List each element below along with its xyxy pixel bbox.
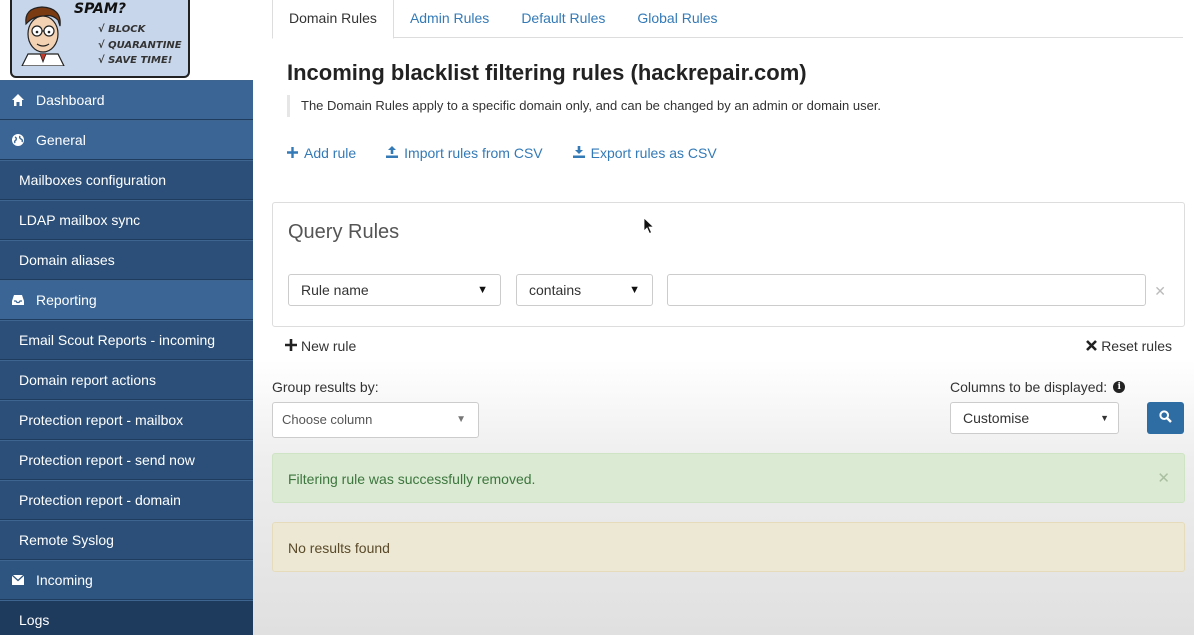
export-csv-link[interactable]: Export rules as CSV (572, 145, 717, 161)
page-title: Incoming blacklist filtering rules (hack… (287, 60, 807, 85)
rules-tabs: Domain Rules Admin Rules Default Rules G… (272, 0, 1183, 39)
sidebar-item-label: LDAP mailbox sync (19, 212, 141, 228)
close-icon[interactable]: ✕ (1157, 454, 1170, 504)
globe-icon (10, 132, 26, 148)
sidebar-item-domain-report-actions[interactable]: Domain report actions (0, 360, 253, 400)
sidebar-item-protection-report-mailbox[interactable]: Protection report - mailbox (0, 400, 253, 440)
sidebar-item-ldap-mailbox-sync[interactable]: LDAP mailbox sync (0, 200, 253, 240)
import-csv-label: Import rules from CSV (404, 145, 543, 161)
inbox-icon (10, 292, 26, 308)
logo-line: √ SAVE TIME! (98, 55, 173, 66)
sidebar-item-remote-syslog[interactable]: Remote Syslog (0, 520, 253, 560)
columns-label-text: Columns to be displayed: (950, 379, 1108, 395)
tab-global-rules[interactable]: Global Rules (621, 0, 733, 38)
tab-domain-rules[interactable]: Domain Rules (272, 0, 394, 39)
mouse-cursor-icon (643, 217, 655, 235)
group-by-select[interactable]: Choose column ▼ (272, 402, 479, 438)
sidebar-item-email-scout-reports[interactable]: Email Scout Reports - incoming (0, 320, 253, 360)
caret-down-icon: ▼ (456, 414, 466, 425)
reset-rules-label: Reset rules (1101, 338, 1172, 354)
rule-value-input[interactable] (667, 274, 1146, 306)
success-alert: Filtering rule was successfully removed.… (272, 453, 1185, 503)
sidebar-item-label: Incoming (36, 572, 93, 588)
sidebar-item-label: Domain report actions (19, 372, 156, 388)
rule-field-value: Rule name (301, 282, 369, 298)
page-description: The Domain Rules apply to a specific dom… (287, 95, 881, 117)
sidebar: SPAM? √ BLOCK √ QUARANTINE √ SAVE TIME! … (0, 0, 253, 635)
sidebar-menu: Dashboard General Mailboxes configuratio… (0, 80, 253, 635)
sidebar-item-protection-report-domain[interactable]: Protection report - domain (0, 480, 253, 520)
rule-actions: Add rule Import rules from CSV Export ru… (287, 145, 717, 161)
info-icon[interactable]: i (1113, 381, 1126, 393)
upload-icon (386, 145, 399, 161)
logo-line: √ QUARANTINE (98, 40, 182, 51)
sidebar-item-incoming[interactable]: Incoming (0, 560, 253, 600)
sidebar-item-domain-aliases[interactable]: Domain aliases (0, 240, 253, 280)
logo-line: √ BLOCK (98, 24, 146, 35)
sidebar-item-label: Dashboard (36, 92, 105, 108)
sidebar-item-protection-report-send-now[interactable]: Protection report - send now (0, 440, 253, 480)
query-rules-panel: Query Rules Rule name ▼ contains ▼ ✕ (272, 202, 1185, 327)
add-rule-link[interactable]: Add rule (287, 145, 356, 161)
sidebar-item-label: Remote Syslog (19, 532, 114, 548)
caret-down-icon: ▼ (1100, 413, 1109, 423)
spam-logo[interactable]: SPAM? √ BLOCK √ QUARANTINE √ SAVE TIME! (10, 0, 190, 78)
cartoon-face-icon (21, 6, 65, 66)
columns-label: Columns to be displayed: i (950, 379, 1126, 395)
reset-rules-button[interactable]: Reset rules (1086, 338, 1172, 354)
sidebar-item-general[interactable]: General (0, 120, 253, 160)
sidebar-item-label: Protection report - domain (19, 492, 181, 508)
sidebar-item-label: Domain aliases (19, 252, 115, 268)
close-icon (1086, 338, 1098, 354)
download-icon (572, 145, 585, 161)
sidebar-item-logs[interactable]: Logs (0, 600, 253, 635)
success-alert-text: Filtering rule was successfully removed. (288, 471, 536, 487)
sidebar-item-dashboard[interactable]: Dashboard (0, 80, 253, 120)
tab-default-rules[interactable]: Default Rules (505, 0, 621, 38)
import-csv-link[interactable]: Import rules from CSV (386, 145, 543, 161)
add-rule-label: Add rule (304, 145, 357, 161)
sidebar-item-label: Logs (19, 612, 50, 628)
rule-operator-value: contains (529, 282, 582, 298)
rule-operator-select[interactable]: contains ▼ (516, 274, 653, 306)
plus-icon (287, 145, 298, 161)
new-rule-label: New rule (301, 338, 357, 354)
search-icon (1159, 410, 1172, 426)
group-by-value: Choose column (282, 412, 373, 427)
sidebar-item-reporting[interactable]: Reporting (0, 280, 253, 320)
sidebar-item-label: General (36, 132, 86, 148)
caret-down-icon: ▼ (477, 284, 488, 296)
remove-condition-icon[interactable]: ✕ (1154, 283, 1166, 300)
sidebar-item-label: Email Scout Reports - incoming (19, 332, 216, 348)
new-rule-button[interactable]: New rule (285, 338, 356, 354)
logo-title: SPAM? (74, 1, 126, 17)
main-content: Domain Rules Admin Rules Default Rules G… (253, 0, 1194, 635)
tab-admin-rules[interactable]: Admin Rules (394, 0, 505, 38)
caret-down-icon: ▼ (629, 284, 640, 296)
sidebar-item-label: Reporting (36, 292, 97, 308)
search-button[interactable] (1147, 402, 1184, 434)
export-csv-label: Export rules as CSV (590, 145, 717, 161)
home-icon (10, 92, 26, 108)
rule-field-select[interactable]: Rule name ▼ (288, 274, 501, 306)
group-by-label: Group results by: (272, 379, 379, 395)
no-results-text: No results found (288, 540, 390, 556)
logo-area: SPAM? √ BLOCK √ QUARANTINE √ SAVE TIME! (0, 0, 253, 80)
sidebar-item-mailboxes-configuration[interactable]: Mailboxes configuration (0, 160, 253, 200)
sidebar-item-label: Mailboxes configuration (19, 172, 167, 188)
query-rules-title: Query Rules (288, 221, 400, 243)
plus-icon (285, 338, 297, 354)
columns-select[interactable]: Customise ▼ (950, 402, 1119, 434)
no-results-alert: No results found (272, 522, 1185, 572)
envelope-icon (10, 572, 26, 588)
sidebar-item-label: Protection report - mailbox (19, 412, 184, 428)
sidebar-item-label: Protection report - send now (19, 452, 195, 468)
columns-value: Customise (963, 410, 1030, 426)
